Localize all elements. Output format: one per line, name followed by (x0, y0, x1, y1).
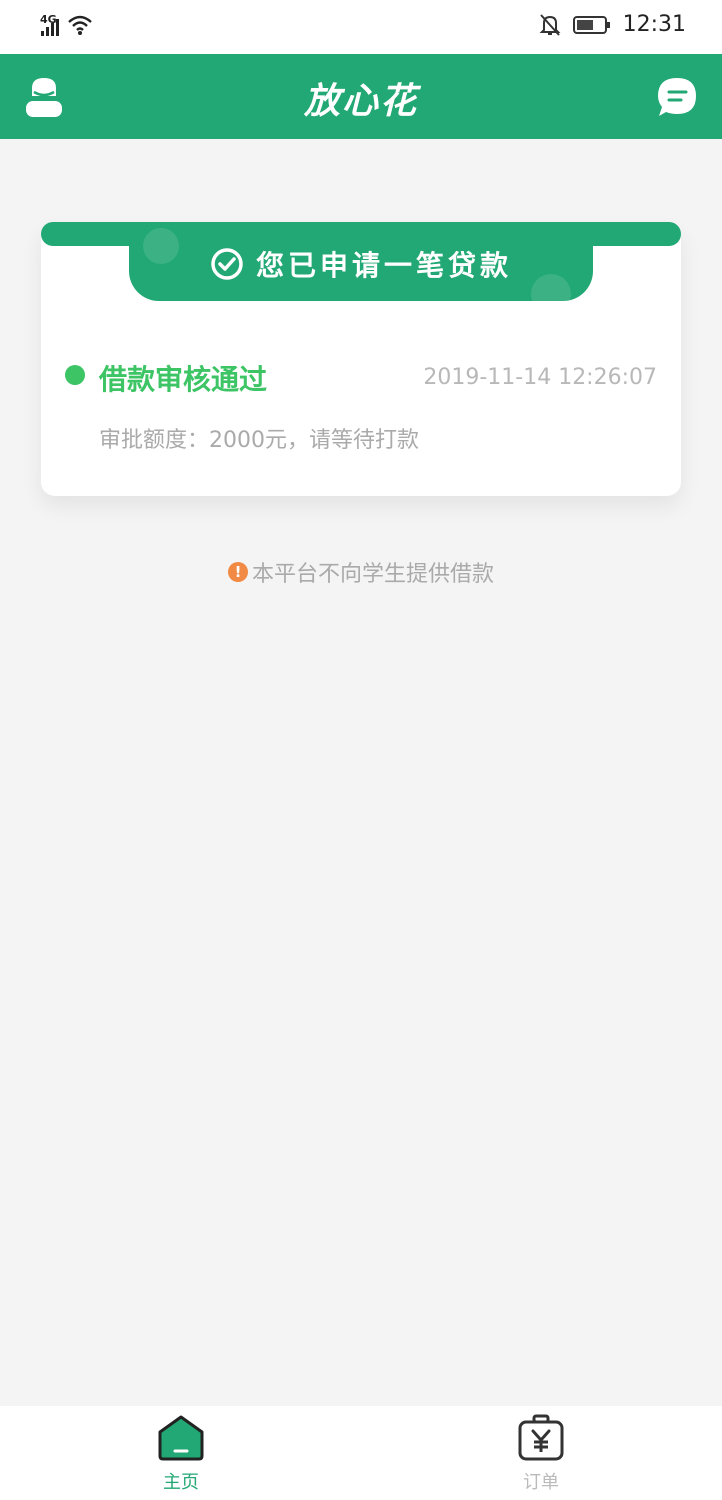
header-bar: 放心花 (0, 54, 722, 139)
status-bar: 4G 12:31 (0, 0, 722, 54)
network-type: 4G (40, 13, 57, 26)
home-icon (158, 1415, 204, 1461)
check-circle-icon (211, 248, 243, 280)
card-banner: 您已申请一笔贷款 (129, 222, 593, 301)
banner-text: 您已申请一笔贷款 (255, 249, 512, 282)
mute-bell-icon (539, 13, 561, 36)
banner-content: 您已申请一笔贷款 (129, 244, 593, 284)
loan-status-desc: 审批额度：2000元，请等待打款 (99, 428, 419, 453)
loan-status-title: 借款审核通过 (99, 363, 268, 396)
loan-status-time: 2019-11-14 12:26:07 (423, 365, 657, 390)
bottom-tab-bar: 主页 订单 (0, 1406, 722, 1500)
warning-icon: ! (227, 562, 248, 582)
page-title: 放心花 (303, 81, 418, 122)
student-notice: ! 本平台不向学生提供借款 (0, 556, 722, 588)
message-icon[interactable] (656, 76, 698, 118)
tab-orders[interactable]: 订单 (501, 1414, 581, 1494)
clock: 12:31 (622, 12, 686, 37)
signal-group: 4G (40, 13, 93, 36)
status-dot (65, 365, 85, 385)
loan-status-card[interactable]: 您已申请一笔贷款 借款审核通过 2019-11-14 12:26:07 审批额度… (41, 222, 681, 496)
wifi-icon (67, 15, 92, 35)
notice-text: 本平台不向学生提供借款 (251, 562, 494, 587)
tab-orders-label: 订单 (523, 1472, 559, 1493)
battery-icon (572, 15, 610, 34)
tab-home[interactable]: 主页 (141, 1414, 221, 1494)
tab-home-label: 主页 (163, 1472, 199, 1493)
status-right: 12:31 (539, 12, 686, 37)
order-yen-icon (518, 1414, 564, 1461)
